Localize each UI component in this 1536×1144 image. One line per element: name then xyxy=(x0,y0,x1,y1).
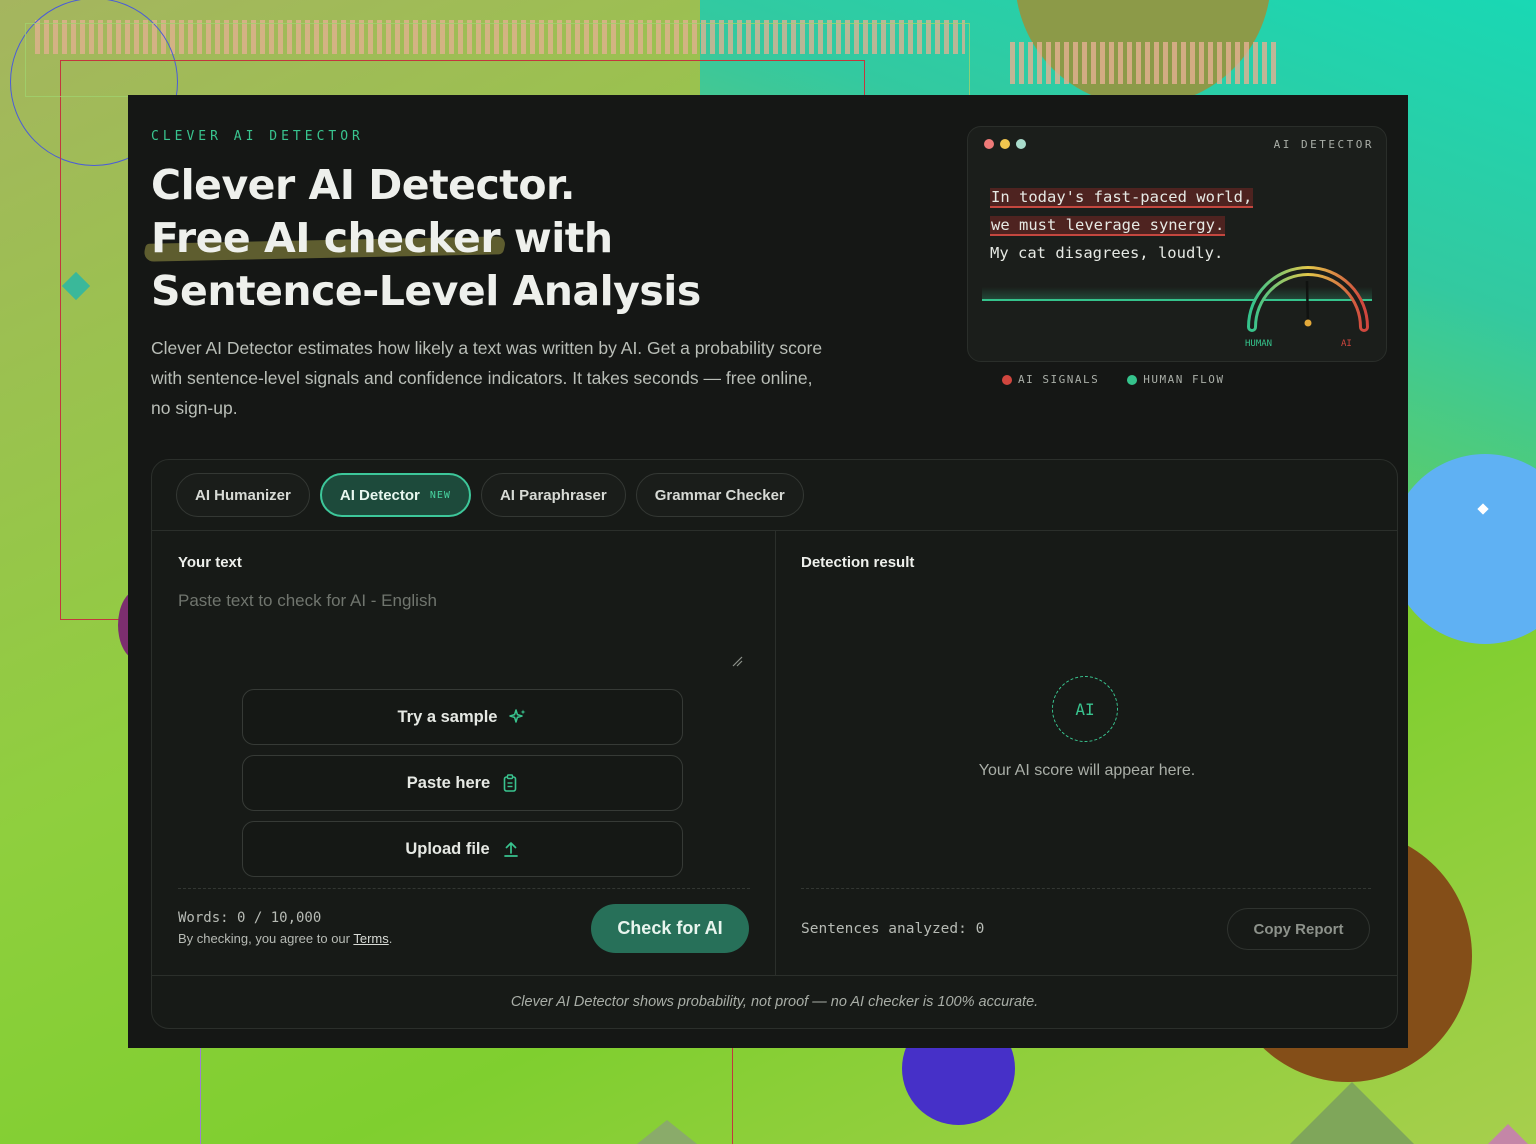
background-thin-rect xyxy=(25,23,970,97)
sparkle-icon xyxy=(509,709,526,723)
try-sample-button[interactable]: Try a sample xyxy=(242,689,683,745)
check-for-ai-button[interactable]: Check for AI xyxy=(591,904,749,953)
accuracy-disclaimer: Clever AI Detector shows probability, no… xyxy=(510,994,1039,1010)
page-title: Clever AI Detector. Free AI checker with… xyxy=(151,159,701,318)
column-divider xyxy=(775,531,776,976)
background-green-triangle-2 xyxy=(637,1120,697,1144)
tab-ai-paraphraser[interactable]: AI Paraphraser xyxy=(480,473,626,517)
terms-link[interactable]: Terms xyxy=(353,931,388,946)
background-vline-2 xyxy=(732,1048,733,1144)
title-line-1: Clever AI Detector. xyxy=(151,161,576,209)
new-badge: NEW xyxy=(429,489,451,501)
title-line-2: Free AI checker with xyxy=(151,212,701,265)
upload-file-button[interactable]: Upload file xyxy=(242,821,683,877)
detection-result-label: Detection result xyxy=(801,554,915,571)
legend-human-flow: HUMAN FLOW xyxy=(1127,373,1224,386)
paste-here-button[interactable]: Paste here xyxy=(242,755,683,811)
preview-line-2: we must leverage synergy. xyxy=(990,216,1226,236)
copy-report-button[interactable]: Copy Report xyxy=(1227,908,1370,950)
legend-dot-red xyxy=(1002,374,1012,385)
background-pink-triangle xyxy=(1488,1124,1528,1144)
resize-handle-icon[interactable] xyxy=(731,655,743,667)
background-vline xyxy=(200,1048,201,1144)
app-window: CLEVER AI DETECTOR Clever AI Detector. F… xyxy=(128,95,1408,1048)
detector-preview-card: AI DETECTOR In today's fast-paced world,… xyxy=(967,126,1387,362)
eyebrow-label: CLEVER AI DETECTOR xyxy=(151,129,364,144)
title-line-2-rest: with xyxy=(500,214,613,262)
background-green-triangle xyxy=(1290,1082,1414,1144)
clipboard-icon xyxy=(503,774,517,792)
your-text-label: Your text xyxy=(178,554,242,571)
preview-line-3: My cat disagrees, loudly. xyxy=(990,244,1224,262)
window-dot-green xyxy=(1016,139,1026,149)
tab-grammar-checker[interactable]: Grammar Checker xyxy=(635,473,804,517)
right-dashed-divider xyxy=(801,888,1371,889)
word-count: Words: 0 / 10,000 xyxy=(178,910,322,926)
title-highlight: Free AI checker xyxy=(151,212,501,265)
preview-sample-text: In today's fast-paced world, we must lev… xyxy=(990,183,1254,267)
terms-notice: By checking, you agree to our Terms. xyxy=(178,931,393,946)
window-dots xyxy=(984,139,1026,149)
left-dashed-divider xyxy=(178,888,750,889)
legend-dot-green xyxy=(1127,374,1138,385)
gauge-pivot xyxy=(1304,319,1312,327)
footer-divider xyxy=(152,975,1397,976)
gauge-ai-label: AI xyxy=(1341,339,1352,349)
legend-ai-signals: AI SIGNALS xyxy=(1002,373,1099,386)
preview-line-1: In today's fast-paced world, xyxy=(990,188,1254,208)
gauge-human-label: HUMAN xyxy=(1245,339,1273,349)
preview-legend: AI SIGNALS HUMAN FLOW xyxy=(1002,373,1224,386)
upload-icon xyxy=(503,842,518,857)
tab-ai-humanizer[interactable]: AI Humanizer xyxy=(176,473,310,517)
sentences-analyzed: Sentences analyzed: 0 xyxy=(801,921,985,937)
result-placeholder: Your AI score will appear here. xyxy=(978,762,1196,779)
tool-tabs: AI Humanizer AI Detector NEW AI Paraphras… xyxy=(176,473,804,517)
hero-subtitle: Clever AI Detector estimates how likely … xyxy=(151,338,823,418)
background-stripe-band-2 xyxy=(1010,42,1278,84)
window-dot-yellow xyxy=(1000,139,1010,149)
tab-ai-detector[interactable]: AI Detector NEW xyxy=(319,473,471,517)
detector-tool-panel: AI Humanizer AI Detector NEW AI Paraphras… xyxy=(151,459,1398,1029)
ai-placeholder-icon: AI xyxy=(1052,676,1118,742)
window-dot-red xyxy=(984,139,994,149)
title-line-3: Sentence-Level Analysis xyxy=(151,267,701,315)
text-input[interactable]: Paste text to check for AI - English xyxy=(178,591,437,611)
preview-label: AI DETECTOR xyxy=(1273,138,1374,151)
